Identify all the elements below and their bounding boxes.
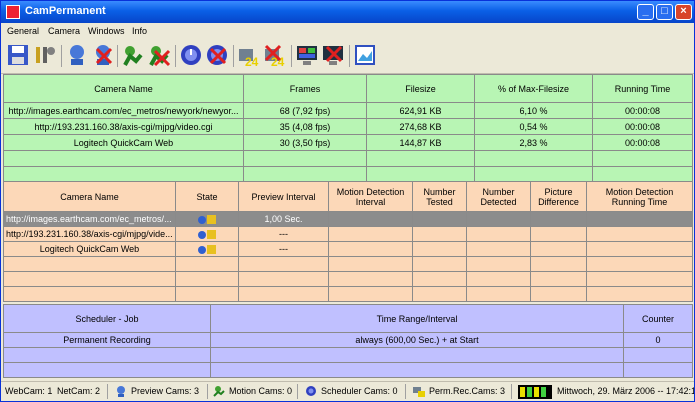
menu-bar: General Camera Windows Info: [1, 23, 694, 39]
table-row[interactable]: Logitech QuickCam Web ---: [3, 241, 693, 257]
table-row[interactable]: http://193.231.160.38/axis-cgi/mjpg/vide…: [3, 118, 693, 135]
preview-state-icon: [198, 215, 206, 224]
recording-table: Camera Name Frames Filesize % of Max-Fil…: [3, 74, 693, 183]
remove-scheduler-icon[interactable]: [205, 43, 229, 67]
activity-meter-icon: [518, 385, 552, 399]
empty-row: [3, 150, 693, 167]
status-scheduler: Scheduler Cams: 0: [321, 386, 398, 396]
col-motion-running-time[interactable]: Motion Detection Running Time: [586, 181, 693, 212]
settings-icon[interactable]: [33, 43, 57, 67]
empty-row: [3, 271, 693, 287]
status-motion: Motion Cams: 0: [229, 386, 293, 396]
close-button[interactable]: ×: [675, 4, 692, 20]
menu-general[interactable]: General: [7, 26, 39, 36]
app-icon: [6, 5, 20, 19]
empty-row: [3, 256, 693, 272]
remove-webcam-icon[interactable]: [91, 43, 115, 67]
menu-windows[interactable]: Windows: [88, 26, 125, 36]
table-row[interactable]: Permanent Recording always (600,00 Sec.)…: [3, 332, 693, 348]
table-row[interactable]: http://193.231.160.38/axis-cgi/mjpg/vide…: [3, 226, 693, 242]
col-max-filesize[interactable]: % of Max-Filesize: [474, 74, 593, 103]
remove-permanent-icon[interactable]: 24: [263, 43, 287, 67]
title-bar[interactable]: CamPermanent _ □ ×: [1, 1, 694, 23]
state-icons: [175, 211, 239, 227]
add-webcam-icon[interactable]: [65, 43, 89, 67]
status-bar: WebCam: 1 NetCam: 2 Preview Cams: 3 Moti…: [1, 381, 695, 401]
col-number-detected[interactable]: Number Detected: [466, 181, 531, 212]
maximize-button[interactable]: □: [656, 4, 673, 20]
preview-cams-icon: [117, 386, 125, 397]
table-row[interactable]: Logitech QuickCam Web 30 (3,50 fps) 144,87…: [3, 134, 693, 151]
permanent-state-icon: [207, 215, 216, 225]
state-icons: [175, 241, 239, 257]
col-frames[interactable]: Frames: [243, 74, 367, 103]
permanent-state-icon: [207, 245, 216, 255]
empty-row: [3, 286, 693, 302]
remove-monitor-icon[interactable]: [321, 43, 345, 67]
preview-state-icon: [198, 245, 206, 254]
preview-table: Camera Name State Preview Interval Motio…: [3, 181, 693, 302]
status-netcam: NetCam: 2: [57, 386, 101, 396]
col-scheduler-job[interactable]: Scheduler - Job: [3, 304, 211, 333]
col-camera-name[interactable]: Camera Name: [3, 74, 244, 103]
status-webcam: WebCam: 1: [5, 386, 53, 396]
scheduler-cams-icon: [306, 386, 316, 396]
remove-motion-icon[interactable]: [147, 43, 171, 67]
col-picture-difference[interactable]: Picture Difference: [530, 181, 587, 212]
table-row[interactable]: http://images.earthcam.com/ec_metros/new…: [3, 102, 693, 119]
window-title: CamPermanent: [25, 5, 106, 17]
table-row[interactable]: http://images.earthcam.com/ec_metros/...…: [3, 211, 693, 227]
status-perm: Perm.Rec.Cams: 3: [429, 386, 506, 396]
empty-row: [3, 347, 693, 363]
col-running-time[interactable]: Running Time: [592, 74, 693, 103]
motion-cams-icon: [213, 386, 225, 397]
col-number-tested[interactable]: Number Tested: [412, 181, 467, 212]
col-motion-interval[interactable]: Motion Detection Interval: [328, 181, 413, 212]
menu-info[interactable]: Info: [132, 26, 147, 36]
col-counter[interactable]: Counter: [623, 304, 693, 333]
col-filesize[interactable]: Filesize: [366, 74, 475, 103]
svg-text:24: 24: [245, 55, 259, 67]
save-icon[interactable]: [6, 43, 30, 67]
col-preview-interval[interactable]: Preview Interval: [238, 181, 329, 212]
scheduler-table: Scheduler - Job Time Range/Interval Coun…: [3, 304, 693, 378]
menu-camera[interactable]: Camera: [48, 26, 80, 36]
empty-row: [3, 362, 693, 378]
status-datetime: Mittwoch, 29. März 2006 -- 17:42:1: [557, 386, 695, 396]
status-preview: Preview Cams: 3: [131, 386, 200, 396]
perm-rec-cams-icon: [413, 387, 425, 397]
col-camera-name[interactable]: Camera Name: [3, 181, 176, 212]
add-scheduler-icon[interactable]: [179, 43, 203, 67]
monitor-icon[interactable]: [295, 43, 319, 67]
col-state[interactable]: State: [175, 181, 239, 212]
permanent-state-icon: [207, 230, 216, 240]
app-window: CamPermanent _ □ × General Camera Window…: [0, 0, 695, 402]
col-time-range[interactable]: Time Range/Interval: [210, 304, 624, 333]
preview-state-icon: [198, 230, 206, 239]
picture-icon[interactable]: [353, 43, 377, 67]
state-icons: [175, 226, 239, 242]
add-permanent-icon[interactable]: 24: [237, 43, 261, 67]
toolbar: 24 24: [1, 39, 694, 74]
minimize-button[interactable]: _: [637, 4, 654, 20]
add-motion-icon[interactable]: [121, 43, 145, 67]
